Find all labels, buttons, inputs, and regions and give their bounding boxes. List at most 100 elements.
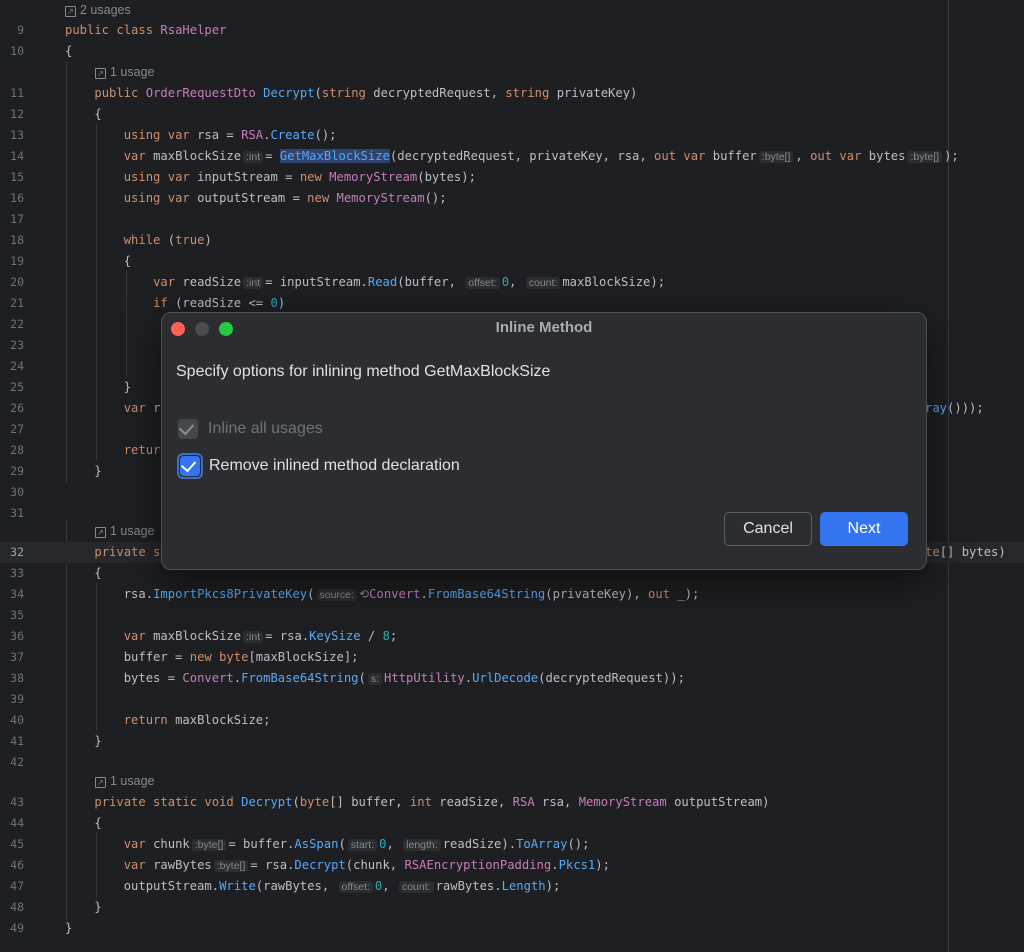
- line-number: 30: [10, 485, 24, 499]
- code-text: outputStream.Write(rawBytes, offset: 0, c…: [65, 879, 561, 893]
- code-text: ray()));: [925, 401, 984, 415]
- line-number: 44: [10, 816, 24, 830]
- code-line[interactable]: 18 while (true): [0, 230, 1024, 251]
- line-number: 22: [10, 317, 24, 331]
- line-number: 23: [10, 338, 24, 352]
- code-line[interactable]: 37 buffer = new byte[maxBlockSize];: [0, 647, 1024, 668]
- code-line[interactable]: 45 var chunk:byte[] = buffer.AsSpan(start…: [0, 834, 1024, 855]
- line-number: 34: [10, 587, 24, 601]
- code-text: }: [65, 380, 132, 394]
- code-text: private s: [94, 545, 161, 559]
- line-number: 33: [10, 566, 24, 580]
- line-number: 16: [10, 191, 24, 205]
- code-line[interactable]: 19 {: [0, 251, 1024, 272]
- code-line[interactable]: 38 bytes = Convert.FromBase64String(s: Ht…: [0, 668, 1024, 689]
- usages-icon: ↗: [95, 777, 106, 788]
- code-line[interactable]: 13 using var rsa = RSA.Create();: [0, 125, 1024, 146]
- line-number: 28: [10, 443, 24, 457]
- checkmark-icon: [178, 419, 195, 436]
- line-number: 18: [10, 233, 24, 247]
- code-line[interactable]: 20 var readSize:int = inputStream.Read(bu…: [0, 272, 1024, 293]
- code-text: }: [65, 734, 102, 748]
- code-line[interactable]: 44 {: [0, 813, 1024, 834]
- line-number: 40: [10, 713, 24, 727]
- code-text: using var inputStream = new MemoryStream…: [123, 170, 476, 184]
- usages-hint[interactable]: ↗ 1 usage: [95, 62, 154, 83]
- code-line[interactable]: 21 if (readSize <= 0): [0, 293, 1024, 314]
- code-text: if (readSize <= 0): [153, 296, 286, 310]
- usages-hint[interactable]: ↗ 1 usage: [95, 771, 154, 792]
- line-number: 35: [10, 608, 24, 622]
- code-line[interactable]: 34 rsa.ImportPkcs8PrivateKey(source: ⟲Con…: [0, 584, 1024, 605]
- code-text: {: [65, 816, 102, 830]
- line-number: 13: [10, 128, 24, 142]
- code-line[interactable]: 47 outputStream.Write(rawBytes, offset: 0…: [0, 876, 1024, 897]
- line-number: 48: [10, 900, 24, 914]
- usages-hint[interactable]: ↗ 1 usage: [95, 521, 154, 542]
- line-number: 21: [10, 296, 24, 310]
- inline-all-usages-option: Inline all usages: [176, 417, 323, 441]
- code-line[interactable]: 15 using var inputStream = new MemoryStr…: [0, 167, 1024, 188]
- line-number: 43: [10, 795, 24, 809]
- code-line[interactable]: 9 public class RsaHelper: [0, 20, 1024, 41]
- code-line[interactable]: 43 private static void Decrypt(byte[] bu…: [0, 792, 1024, 813]
- code-line[interactable]: 10 {: [0, 41, 1024, 62]
- usages-icon: ↗: [65, 6, 76, 17]
- code-line[interactable]: 16 using var outputStream = new MemorySt…: [0, 188, 1024, 209]
- code-line[interactable]: 12 {: [0, 104, 1024, 125]
- code-line[interactable]: 35: [0, 605, 1024, 626]
- line-number: 26: [10, 401, 24, 415]
- code-text: private static void Decrypt(byte[] buffe…: [94, 795, 770, 809]
- code-text: {: [65, 107, 102, 121]
- code-text: public class RsaHelper: [65, 23, 227, 37]
- line-number: 32: [10, 545, 24, 559]
- line-number: 39: [10, 692, 24, 706]
- line-number: 9: [17, 23, 24, 37]
- code-line[interactable]: 11 public OrderRequestDto Decrypt(string…: [0, 83, 1024, 104]
- code-line[interactable]: 42: [0, 752, 1024, 773]
- dialog-description: Specify options for inlining method GetM…: [176, 363, 551, 380]
- code-line[interactable]: 48 }: [0, 897, 1024, 918]
- usages-icon: ↗: [95, 527, 106, 538]
- code-text: var rawBytes:byte[] = rsa.Decrypt(chunk, …: [123, 858, 610, 872]
- usages-hint[interactable]: ↗ 2 usages: [65, 0, 131, 21]
- code-text: }: [65, 921, 73, 935]
- code-line[interactable]: 41 }: [0, 731, 1024, 752]
- line-number: 20: [10, 275, 24, 289]
- line-number: 27: [10, 422, 24, 436]
- code-text: return maxBlockSize;: [123, 713, 271, 727]
- line-number: 29: [10, 464, 24, 478]
- code-line[interactable]: 14 var maxBlockSize:int = GetMaxBlockSize…: [0, 146, 1024, 167]
- line-number: 19: [10, 254, 24, 268]
- line-number: 45: [10, 837, 24, 851]
- code-text: {: [65, 44, 73, 58]
- line-number: 25: [10, 380, 24, 394]
- next-button[interactable]: Next: [820, 512, 908, 546]
- dialog-title: Inline Method: [495, 319, 593, 336]
- code-line[interactable]: 17: [0, 209, 1024, 230]
- line-number: 36: [10, 629, 24, 643]
- line-number: 10: [10, 44, 24, 58]
- code-line[interactable]: 49 }: [0, 918, 1024, 939]
- checkmark-icon: [180, 456, 197, 473]
- line-number: 17: [10, 212, 24, 226]
- remove-declaration-checkbox[interactable]: [180, 456, 200, 476]
- code-line[interactable]: 46 var rawBytes:byte[] = rsa.Decrypt(chun…: [0, 855, 1024, 876]
- code-text: using var rsa = RSA.Create();: [123, 128, 337, 142]
- remove-declaration-label[interactable]: Remove inlined method declaration: [209, 457, 460, 475]
- code-line[interactable]: 40 return maxBlockSize;: [0, 710, 1024, 731]
- code-line[interactable]: 39: [0, 689, 1024, 710]
- code-text: {: [65, 566, 102, 580]
- code-text: buffer = new byte[maxBlockSize];: [65, 650, 359, 664]
- code-text: rsa.ImportPkcs8PrivateKey(source: ⟲Conver…: [65, 587, 700, 601]
- code-line[interactable]: 36 var maxBlockSize:int = rsa.KeySize / 8…: [0, 626, 1024, 647]
- code-text: {: [65, 254, 132, 268]
- cancel-button[interactable]: Cancel: [724, 512, 812, 546]
- line-number: 47: [10, 879, 24, 893]
- remove-declaration-option[interactable]: Remove inlined method declaration: [177, 453, 460, 479]
- code-text: while (true): [123, 233, 212, 247]
- code-text: te[] bytes): [925, 545, 1006, 559]
- inline-method-dialog: Inline Method Specify options for inlini…: [161, 312, 927, 570]
- line-number: 41: [10, 734, 24, 748]
- inline-all-usages-checkbox: [178, 419, 198, 439]
